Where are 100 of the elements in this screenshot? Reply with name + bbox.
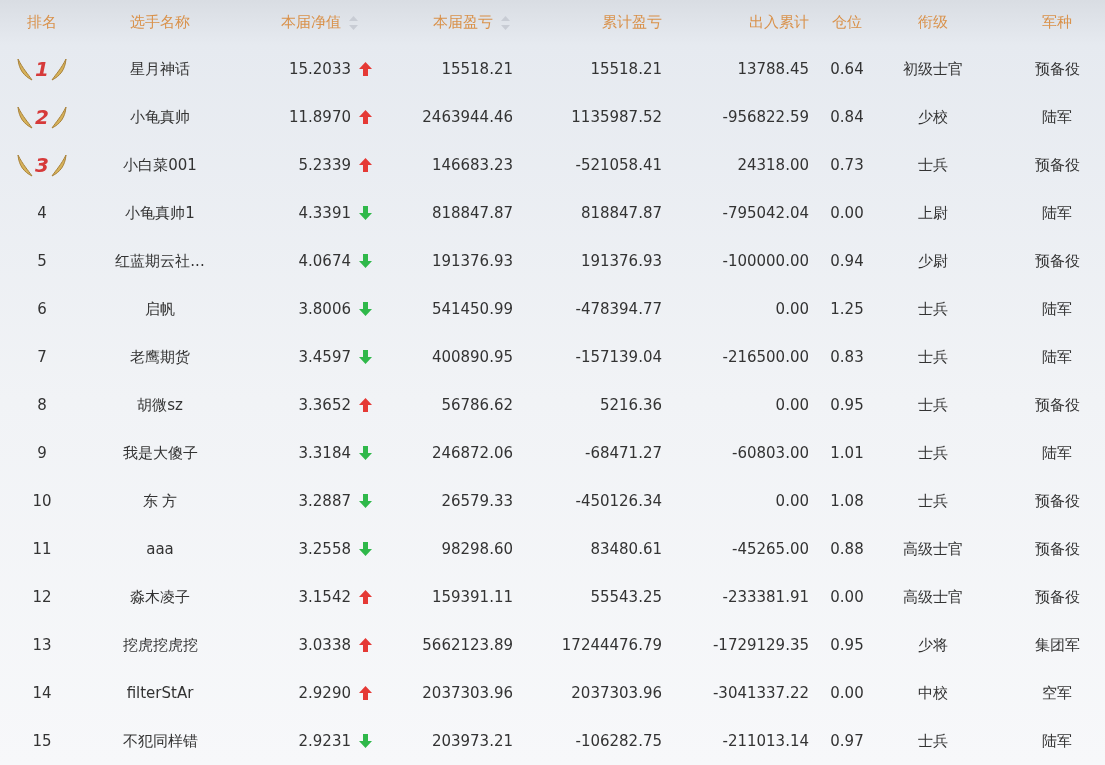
capital-flow: -3041337.22 <box>712 684 809 702</box>
net-value: 11.8970 <box>288 108 351 126</box>
service-branch: 预备役 <box>1034 251 1080 271</box>
player-name: 挖虎挖虎挖 <box>122 635 198 655</box>
rank-title: 上尉 <box>917 203 948 223</box>
laurel-icon <box>16 56 35 82</box>
rank-number: 5 <box>37 252 47 270</box>
sort-icon[interactable] <box>349 15 358 30</box>
service-branch: 陆军 <box>1042 299 1072 319</box>
period-profit: 2463944.46 <box>422 108 513 126</box>
total-profit: 2037303.96 <box>571 684 662 702</box>
position-ratio: 0.00 <box>830 684 864 702</box>
rank-title: 高级士官 <box>902 587 963 607</box>
player-name: 淼木凌子 <box>130 587 190 607</box>
net-value: 3.4597 <box>298 348 351 366</box>
position-ratio: 0.88 <box>830 540 864 558</box>
net-value: 4.0674 <box>298 252 351 270</box>
capital-flow: -45265.00 <box>732 540 809 558</box>
position-ratio: 0.64 <box>830 60 864 78</box>
position-ratio: 1.08 <box>830 492 864 510</box>
service-branch: 集团军 <box>1034 635 1080 655</box>
rank-number: 13 <box>32 636 52 654</box>
capital-flow: 24318.00 <box>737 156 809 174</box>
column-header[interactable]: 本届净值 <box>281 13 341 32</box>
player-name: 东 方 <box>142 491 178 511</box>
total-profit: -478394.77 <box>575 300 662 318</box>
rank-title: 少将 <box>917 635 948 655</box>
rank-title: 士兵 <box>917 299 948 319</box>
period-profit: 191376.93 <box>431 252 513 270</box>
player-name: 老鹰期货 <box>130 347 190 367</box>
player-name: aaa <box>146 540 174 558</box>
player-name: 红蓝期云社... <box>115 251 205 271</box>
laurel-icon <box>49 104 68 130</box>
rank-title: 士兵 <box>917 731 948 751</box>
capital-flow: -100000.00 <box>722 252 809 270</box>
rank-number: 6 <box>37 300 47 318</box>
position-ratio: 0.95 <box>830 636 864 654</box>
player-name: 小龟真帅1 <box>125 203 195 223</box>
rank-title: 初级士官 <box>902 59 963 79</box>
net-value: 3.1542 <box>298 588 351 606</box>
service-branch: 预备役 <box>1034 395 1080 415</box>
service-branch: 预备役 <box>1034 155 1080 175</box>
position-ratio: 0.00 <box>830 204 864 222</box>
total-profit: 17244476.79 <box>561 636 662 654</box>
rank-title: 士兵 <box>917 491 948 511</box>
period-profit: 541450.99 <box>431 300 513 318</box>
player-name: 小龟真帅 <box>130 107 190 127</box>
rank-number: 14 <box>32 684 52 702</box>
rank-number: 3 <box>35 153 49 177</box>
position-ratio: 0.94 <box>830 252 864 270</box>
net-value: 2.9231 <box>298 732 351 750</box>
position-ratio: 0.73 <box>830 156 864 174</box>
player-name: 胡微sz <box>137 395 183 415</box>
position-ratio: 1.01 <box>830 444 864 462</box>
total-profit: -68471.27 <box>585 444 662 462</box>
column-header: 衔级 <box>917 13 948 32</box>
rank-title: 少尉 <box>917 251 948 271</box>
period-profit: 818847.87 <box>431 204 513 222</box>
capital-flow: -956822.59 <box>722 108 809 126</box>
service-branch: 预备役 <box>1034 491 1080 511</box>
rank-number: 8 <box>37 396 47 414</box>
period-profit: 203973.21 <box>431 732 513 750</box>
capital-flow: 0.00 <box>775 396 809 414</box>
column-header: 排名 <box>27 13 57 32</box>
net-value: 3.0338 <box>298 636 351 654</box>
laurel-icon <box>16 152 35 178</box>
net-value: 2.9290 <box>298 684 351 702</box>
capital-flow: -233381.91 <box>722 588 809 606</box>
rank-title: 少校 <box>917 107 948 127</box>
sort-icon[interactable] <box>501 15 510 30</box>
total-profit: 1135987.52 <box>571 108 662 126</box>
player-name: 小白菜001 <box>123 155 197 175</box>
period-profit: 15518.21 <box>441 60 513 78</box>
player-name: 不犯同样错 <box>122 731 198 751</box>
service-branch: 陆军 <box>1042 347 1072 367</box>
service-branch: 陆军 <box>1042 107 1072 127</box>
service-branch: 预备役 <box>1034 539 1080 559</box>
total-profit: 818847.87 <box>580 204 662 222</box>
rank-title: 中校 <box>917 683 948 703</box>
period-profit: 400890.95 <box>431 348 513 366</box>
rank-number: 4 <box>37 204 47 222</box>
total-profit: -106282.75 <box>575 732 662 750</box>
total-profit: 191376.93 <box>580 252 662 270</box>
rank-number: 2 <box>35 105 49 129</box>
period-profit: 246872.06 <box>431 444 513 462</box>
rank-number: 1 <box>35 57 49 81</box>
laurel-icon <box>49 152 68 178</box>
total-profit: -450126.34 <box>575 492 662 510</box>
position-ratio: 0.97 <box>830 732 864 750</box>
laurel-icon <box>49 56 68 82</box>
net-value: 3.3184 <box>298 444 351 462</box>
capital-flow: 0.00 <box>775 492 809 510</box>
column-header: 仓位 <box>832 13 862 32</box>
period-profit: 5662123.89 <box>422 636 513 654</box>
capital-flow: -795042.04 <box>722 204 809 222</box>
player-name: 我是大傻子 <box>122 443 198 463</box>
net-value: 15.2033 <box>288 60 351 78</box>
net-value: 3.8006 <box>298 300 351 318</box>
column-header[interactable]: 本届盈亏 <box>433 13 493 32</box>
service-branch: 陆军 <box>1042 731 1072 751</box>
